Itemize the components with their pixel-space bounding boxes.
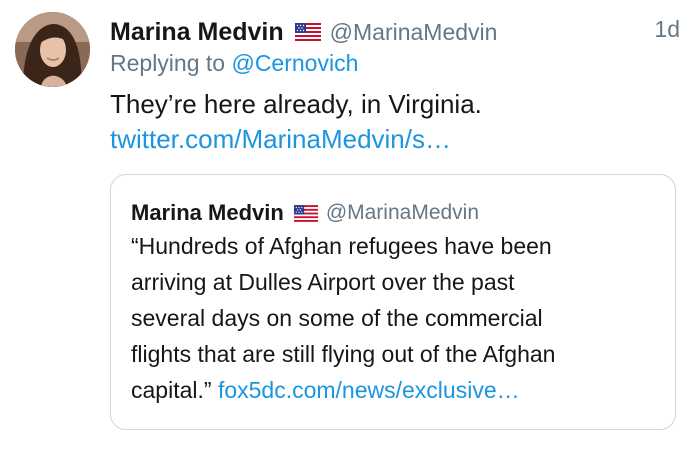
author-handle[interactable]: @MarinaMedvin [330, 19, 498, 46]
tweet-timestamp[interactable]: 1d [654, 16, 680, 43]
quoted-author-handle: @MarinaMedvin [325, 201, 480, 224]
tweet-text: They’re here already, in Virginia. [110, 89, 482, 119]
tweet-link[interactable]: twitter.com/MarinaMedvin/s… [110, 124, 451, 155]
avatar[interactable] [15, 12, 90, 87]
us-flag-icon [294, 22, 321, 42]
quoted-tweet[interactable]: Marina Medvin @MarinaMedvin “Hundreds of… [110, 174, 676, 430]
replying-to-line: Replying to @Cernovich [110, 50, 358, 77]
replying-to-mention[interactable]: @Cernovich [231, 50, 358, 76]
quoted-text-last-line: capital.” fox5dc.com/news/exclusive… [131, 377, 520, 404]
quoted-text-line: “Hundreds of Afghan refugees have been [131, 233, 552, 259]
quoted-text-line: flights that are still flying out of the… [131, 341, 556, 367]
tweet-header: Marina Medvin @MarinaMedvin 1d [110, 14, 680, 50]
author-name[interactable]: Marina Medvin [110, 18, 284, 47]
quoted-author-name: Marina Medvin [131, 200, 284, 225]
quoted-link[interactable]: fox5dc.com/news/exclusive… [218, 377, 520, 403]
quoted-text-line: capital.” [131, 377, 212, 403]
quoted-text-line: several days on some of the commercial [131, 305, 543, 331]
quoted-text-line: arriving at Dulles Airport over the past [131, 269, 515, 295]
tweet-card[interactable]: Marina Medvin @MarinaMedvin 1d Replying … [0, 0, 700, 450]
quoted-tweet-header: Marina Medvin @MarinaMedvin [131, 199, 479, 227]
us-flag-icon [293, 204, 319, 222]
replying-prefix: Replying to [110, 50, 226, 76]
profile-photo-icon [15, 12, 90, 87]
